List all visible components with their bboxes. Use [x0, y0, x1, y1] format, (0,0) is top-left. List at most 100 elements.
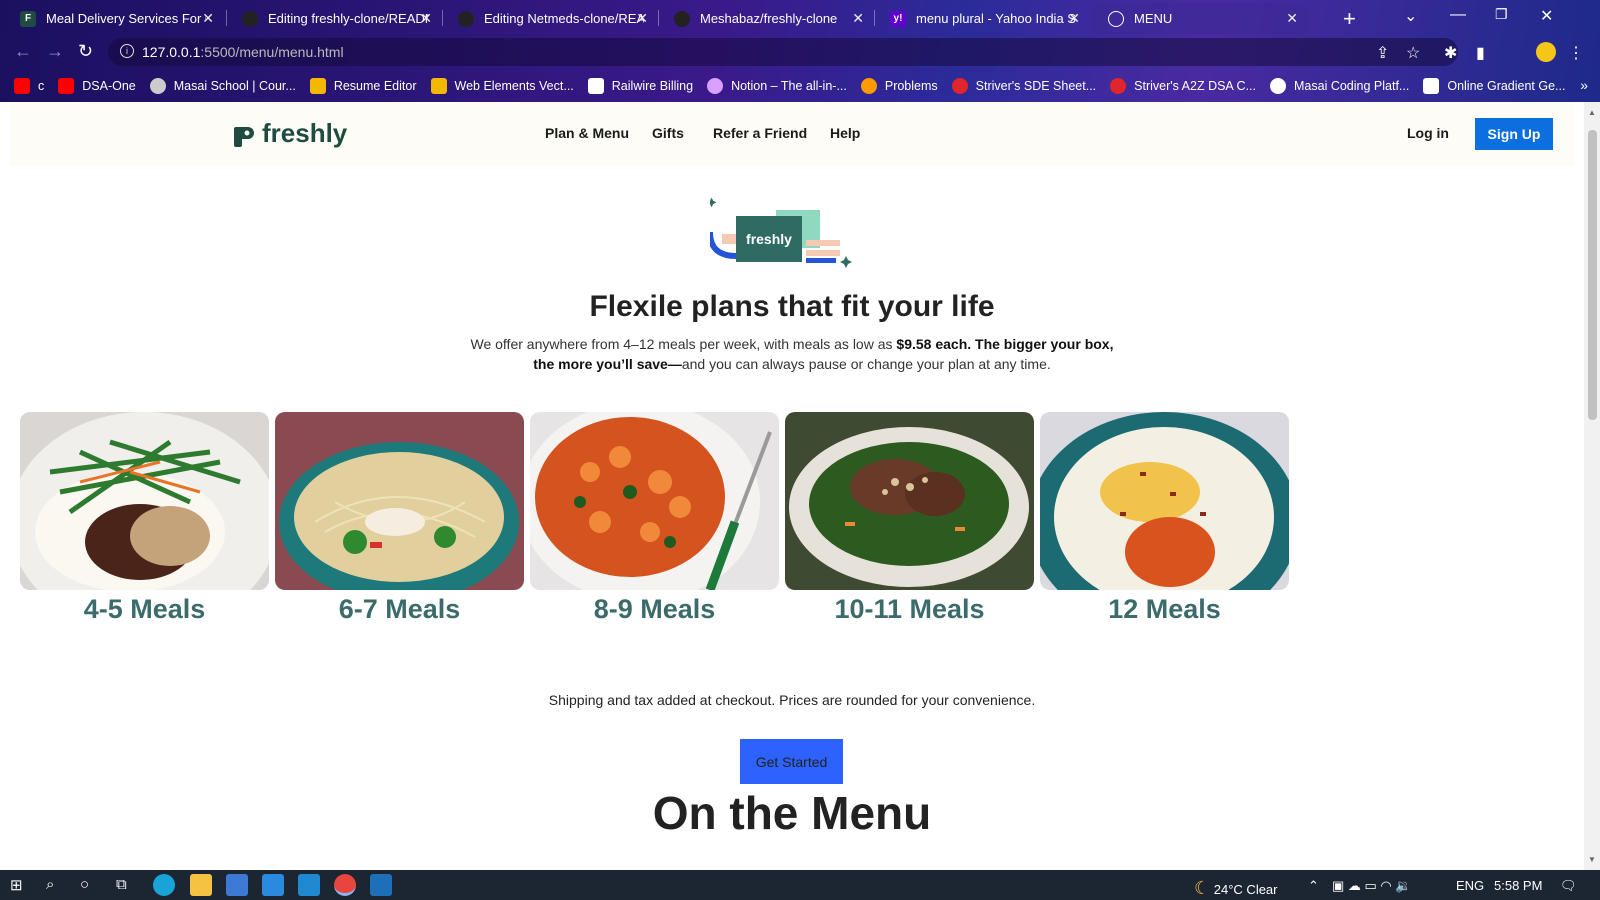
site-info-icon[interactable]: i — [120, 44, 134, 58]
nav-refer-friend[interactable]: Refer a Friend — [713, 125, 807, 141]
bookmark-item[interactable]: Problems — [860, 78, 938, 94]
signup-button[interactable]: Sign Up — [1475, 118, 1553, 150]
tab-freshly-repo[interactable]: Meshabaz/freshly-clone ✕ — [658, 3, 874, 34]
plan-card-12[interactable]: 12 Meals — [1040, 412, 1289, 625]
tab-menu-active[interactable]: MENU ✕ — [1092, 3, 1308, 34]
yahoo-icon: y! — [890, 10, 906, 27]
youtube-icon — [14, 78, 30, 94]
forward-icon[interactable]: → — [46, 41, 64, 62]
plan-label: 6-7 Meals — [338, 594, 461, 624]
minimize-icon[interactable]: — — [1450, 6, 1466, 24]
mail-icon[interactable] — [262, 874, 284, 896]
notification-icon[interactable]: 🗨 — [1560, 878, 1577, 894]
tuf-icon — [1110, 78, 1127, 94]
masai-icon — [149, 78, 166, 94]
plan-card-4-5[interactable]: 4-5 Meals — [20, 412, 269, 625]
get-started-button[interactable]: Get Started — [740, 739, 843, 784]
chicken-potato-photo — [1040, 412, 1289, 590]
github-icon — [458, 10, 474, 27]
close-tab-icon[interactable]: ✕ — [1068, 10, 1080, 27]
vscode-icon[interactable] — [298, 874, 320, 896]
plan-card-6-7[interactable]: 6-7 Meals — [275, 412, 524, 625]
tab-editing-freshly[interactable]: Editing freshly-clone/READMI ✕ — [226, 3, 442, 34]
task-view-icon[interactable]: ⧉ — [116, 876, 127, 893]
web-page: freshly Plan & Menu Gifts Refer a Friend… — [0, 102, 1584, 870]
plan-card-8-9[interactable]: 8-9 Meals — [530, 412, 779, 625]
hero-illustration: freshly — [706, 196, 870, 276]
plan-card-10-11[interactable]: 10-11 Meals — [785, 412, 1034, 625]
nav-gifts[interactable]: Gifts — [652, 125, 684, 141]
share-icon[interactable]: ⇪ — [1376, 43, 1389, 63]
page-scrollbar[interactable]: ▲ ▼ — [1584, 102, 1600, 870]
back-icon[interactable]: ← — [14, 41, 32, 62]
plan-label: 8-9 Meals — [593, 594, 716, 624]
page-headline: Flexile plans that fit your life — [589, 290, 995, 323]
bookmark-item[interactable]: Masai Coding Platf... — [1270, 78, 1409, 94]
bookmark-star-icon[interactable]: ☆ — [1406, 43, 1420, 63]
bookmark-item[interactable]: DSA-One — [58, 78, 136, 94]
windows-start-icon[interactable]: ⊞ — [10, 876, 23, 894]
close-tab-icon[interactable]: ✕ — [1286, 10, 1298, 27]
tray-icons[interactable]: ▣ ☁ ▭ ◠ 🔉 — [1332, 878, 1412, 894]
browser-menu-icon[interactable]: ⋮ — [1568, 43, 1584, 63]
side-panel-icon[interactable]: ▮ — [1476, 43, 1485, 63]
store-icon[interactable] — [226, 874, 248, 896]
bookmark-item[interactable]: Resume Editor — [309, 78, 417, 94]
pasta-meal-photo — [530, 412, 779, 590]
tab-search-icon[interactable]: ⌄ — [1404, 6, 1417, 26]
restore-icon[interactable]: ❐ — [1495, 6, 1508, 23]
site-header: freshly Plan & Menu Gifts Refer a Friend… — [10, 102, 1574, 166]
address-bar[interactable]: i 127.0.0.1:5500/menu/menu.html — [108, 38, 1458, 66]
extensions-icon[interactable]: ✱ — [1444, 43, 1457, 63]
tab-meal-delivery[interactable]: F Meal Delivery Services For Of ✕ — [4, 3, 224, 34]
scroll-up-icon[interactable]: ▲ — [1588, 108, 1596, 117]
freshly-logo[interactable]: freshly — [234, 118, 347, 149]
nav-help[interactable]: Help — [830, 125, 860, 141]
bookmark-item[interactable]: Striver's A2Z DSA C... — [1110, 78, 1256, 94]
file-explorer-icon[interactable] — [190, 874, 212, 896]
app-window-icon[interactable] — [370, 874, 392, 896]
moon-icon: ☾ — [1194, 878, 1211, 898]
bookmark-item[interactable]: c — [14, 78, 44, 94]
clock[interactable]: 5:58 PM — [1494, 878, 1542, 893]
new-tab-icon[interactable]: + — [1343, 6, 1356, 32]
youtube-icon — [58, 78, 75, 94]
cortana-icon[interactable]: ○ — [80, 876, 89, 893]
bookmark-item[interactable]: Railwire Billing — [587, 78, 693, 94]
bookmark-item[interactable]: Web Elements Vect... — [430, 78, 574, 94]
bookmark-item[interactable]: Striver's SDE Sheet... — [951, 78, 1096, 94]
reload-icon[interactable]: ↻ — [78, 41, 93, 62]
close-tab-icon[interactable]: ✕ — [420, 10, 432, 27]
more-bookmarks-icon[interactable]: » — [1580, 77, 1588, 93]
tray-expand-icon[interactable]: ⌃ — [1308, 878, 1319, 894]
chrome-icon[interactable] — [334, 874, 356, 896]
close-tab-icon[interactable]: ✕ — [202, 10, 214, 27]
page-icon — [587, 78, 604, 94]
search-icon[interactable]: ⌕ — [46, 876, 54, 893]
resume-icon — [309, 78, 326, 94]
profile-avatar[interactable] — [1536, 42, 1556, 62]
weather-widget[interactable]: ☾ 24°C Clear — [1194, 878, 1278, 899]
bookmark-item[interactable]: Online Gradient Ge... — [1423, 78, 1565, 94]
beef-bowl-photo — [785, 412, 1034, 590]
tab-yahoo-search[interactable]: y! menu plural - Yahoo India Se ✕ — [874, 3, 1090, 34]
nav-plan-menu[interactable]: Plan & Menu — [545, 125, 629, 141]
edge-icon[interactable] — [153, 874, 175, 896]
web-elements-icon — [430, 78, 447, 94]
scroll-down-icon[interactable]: ▼ — [1588, 855, 1596, 864]
login-link[interactable]: Log in — [1407, 125, 1449, 141]
shipping-note: Shipping and tax added at checkout. Pric… — [548, 692, 1036, 708]
notion-icon — [707, 78, 724, 94]
problems-icon — [860, 78, 877, 94]
close-window-icon[interactable]: ✕ — [1540, 6, 1553, 26]
plans-description: We offer anywhere from 4–12 meals per we… — [470, 336, 1114, 372]
bookmark-item[interactable]: Notion – The all-in-... — [707, 78, 847, 94]
language-indicator[interactable]: ENG — [1456, 878, 1484, 893]
noodle-meal-photo — [275, 412, 524, 590]
close-tab-icon[interactable]: ✕ — [636, 10, 648, 27]
tab-editing-netmeds[interactable]: Editing Netmeds-clone/READ ✕ — [442, 3, 658, 34]
on-the-menu-heading: On the Menu — [652, 787, 932, 839]
close-tab-icon[interactable]: ✕ — [852, 10, 864, 27]
bookmark-item[interactable]: Masai School | Cour... — [149, 78, 296, 94]
scroll-thumb[interactable] — [1588, 130, 1597, 420]
